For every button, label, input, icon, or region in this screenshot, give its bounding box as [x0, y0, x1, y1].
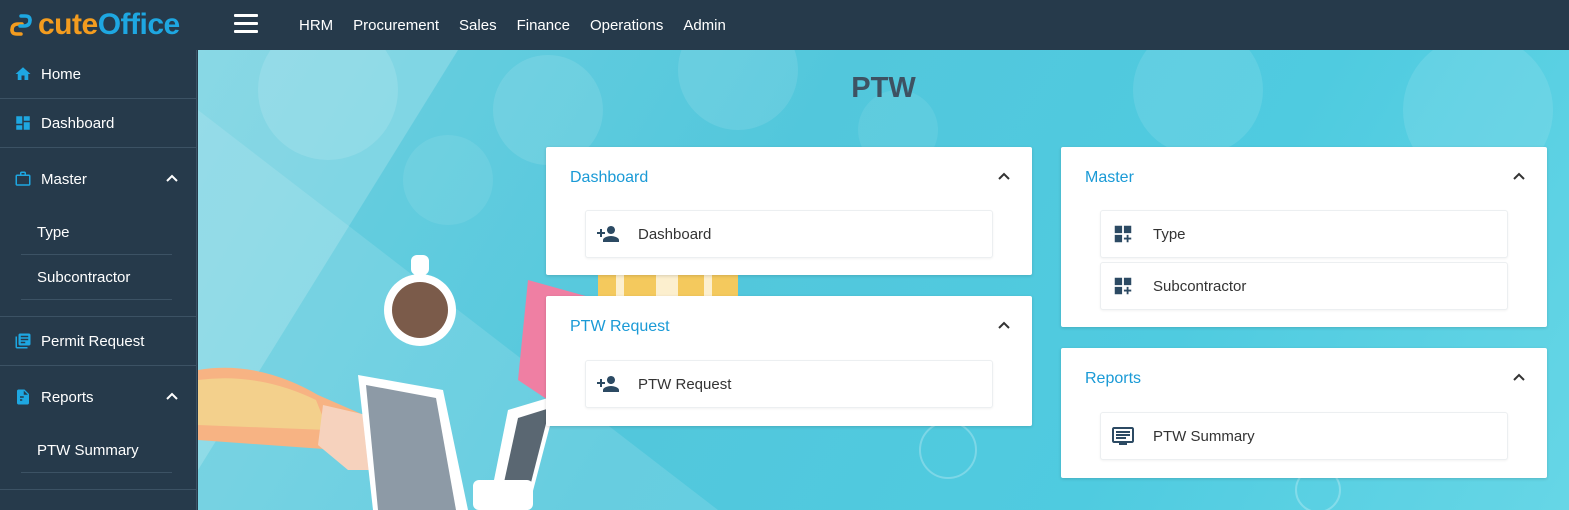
link-label: Subcontractor [1153, 277, 1247, 295]
sidebar-subitem-type[interactable]: Type [21, 210, 172, 255]
chevron-up-icon[interactable] [1513, 171, 1525, 183]
topnav-sales[interactable]: Sales [449, 17, 507, 34]
chevron-up-icon[interactable] [166, 391, 178, 403]
link-label: Type [1153, 225, 1186, 243]
logo[interactable]: cuteOffice [8, 8, 180, 42]
sidebar-item-label: Master [41, 170, 87, 188]
sidebar-subitem-subcontractor[interactable]: Subcontractor [21, 255, 172, 300]
report-icon [14, 388, 32, 406]
sidebar: Home Dashboard Master Type Subcontractor… [0, 50, 197, 510]
sidebar-item-label: Dashboard [41, 114, 115, 132]
sidebar-item-dashboard[interactable]: Dashboard [0, 99, 196, 148]
ptw-request-card: PTW Request PTW Request [546, 296, 1032, 426]
briefcase-icon [14, 170, 32, 188]
sidebar-item-label: Reports [41, 388, 94, 406]
sidebar-item-home[interactable]: Home [0, 50, 196, 99]
logo-text-part2: Office [97, 8, 181, 41]
dashboard-card: Dashboard Dashboard [546, 147, 1032, 275]
top-navigation: HRM Procurement Sales Finance Operations… [289, 0, 736, 50]
master-submenu: Type Subcontractor [0, 210, 196, 317]
sidebar-item-label: Home [41, 65, 82, 83]
topnav-hrm[interactable]: HRM [289, 17, 343, 34]
logo-mark-icon [10, 14, 32, 36]
card-title: PTW Request [570, 318, 670, 335]
dashboard-link[interactable]: Dashboard [585, 210, 993, 258]
chevron-up-icon[interactable] [166, 173, 178, 185]
topnav-procurement[interactable]: Procurement [343, 17, 449, 34]
grid-add-icon [1111, 274, 1135, 298]
logo-text: cuteOffice [38, 8, 180, 42]
card-title: Reports [1085, 370, 1142, 387]
topnav-finance[interactable]: Finance [507, 17, 580, 34]
link-label: PTW Summary [1153, 427, 1255, 445]
ptw-summary-link[interactable]: PTW Summary [1100, 412, 1508, 460]
type-link[interactable]: Type [1100, 210, 1508, 258]
grid-add-icon [1111, 222, 1135, 246]
topnav-admin[interactable]: Admin [673, 17, 736, 34]
reports-card: Reports PTW Summary [1061, 348, 1547, 478]
sidebar-item-master[interactable]: Master [0, 148, 196, 210]
card-title: Master [1085, 169, 1134, 186]
summary-list-icon [1111, 424, 1135, 448]
dashboard-grid-icon [14, 114, 32, 132]
person-add-icon [596, 222, 620, 246]
chevron-up-icon[interactable] [1513, 372, 1525, 384]
person-add-icon [596, 372, 620, 396]
sidebar-item-permit-request[interactable]: Permit Request [0, 317, 196, 366]
reports-submenu: PTW Summary [0, 428, 196, 490]
master-card: Master Type Subcontractor [1061, 147, 1547, 327]
link-label: PTW Request [638, 375, 732, 393]
hamburger-menu-icon[interactable] [234, 14, 258, 34]
home-icon [14, 65, 32, 83]
document-list-icon [14, 332, 32, 350]
topnav-operations[interactable]: Operations [580, 17, 673, 34]
chevron-up-icon[interactable] [998, 320, 1010, 332]
card-title: Dashboard [570, 169, 649, 186]
sidebar-item-label: Permit Request [41, 332, 145, 350]
chevron-up-icon[interactable] [998, 171, 1010, 183]
link-label: Dashboard [638, 225, 712, 243]
top-bar: cuteOffice HRM Procurement Sales Finance… [0, 0, 1569, 50]
sidebar-item-reports[interactable]: Reports [0, 366, 196, 428]
main-content: PTW Dashboard Dashboard PTW Request PTW … [198, 50, 1569, 510]
subcontractor-link[interactable]: Subcontractor [1100, 262, 1508, 310]
logo-text-part1: cute [38, 8, 98, 41]
page-title: PTW [851, 72, 916, 104]
sidebar-subitem-ptw-summary[interactable]: PTW Summary [21, 428, 172, 473]
ptw-request-link[interactable]: PTW Request [585, 360, 993, 408]
